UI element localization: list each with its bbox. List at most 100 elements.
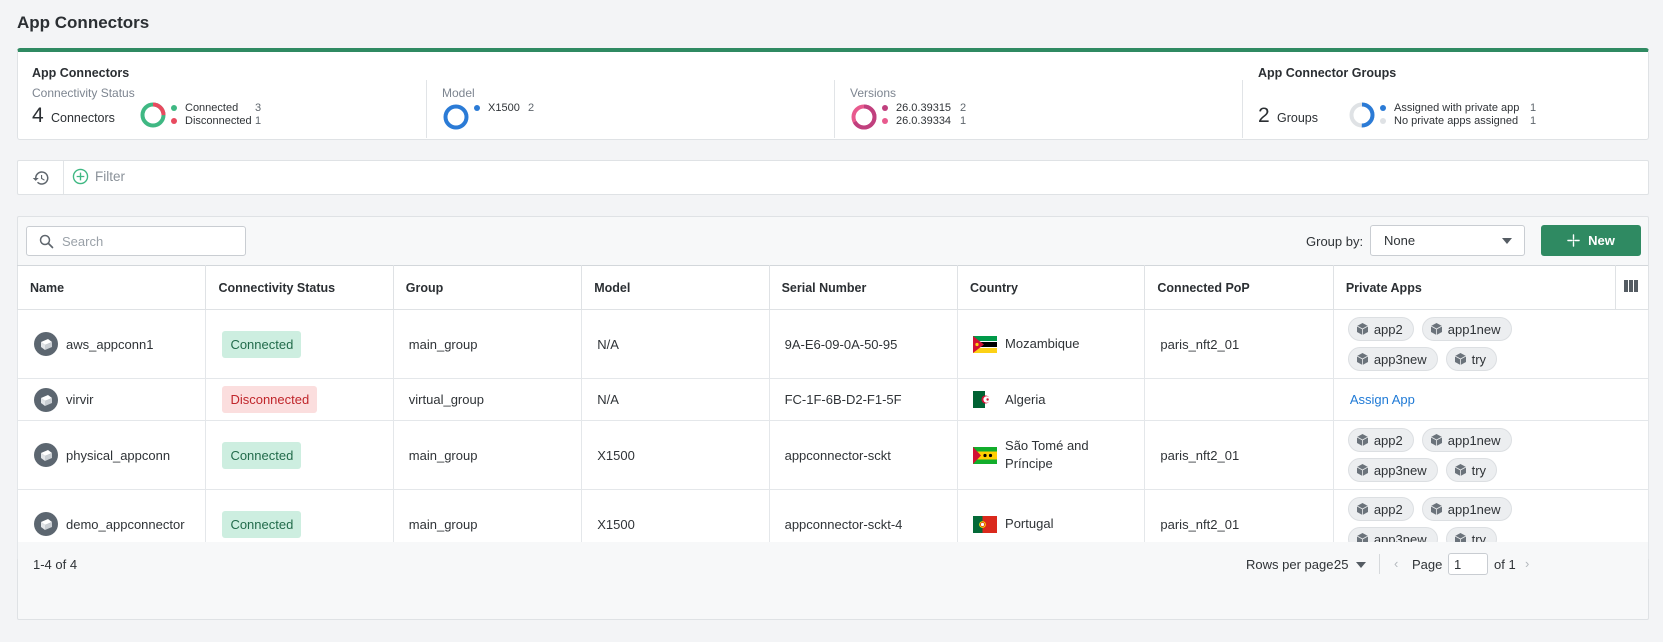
table-row[interactable]: physical_appconn Connected main_group X1… [16, 420, 1650, 490]
legend-label: 26.0.39315 [896, 102, 952, 114]
column-header-country[interactable]: Country [957, 265, 1146, 310]
legend-version-1: 26.0.39315 2 [882, 102, 966, 114]
connector-name[interactable]: virvir [66, 392, 93, 407]
column-header-group[interactable]: Group [392, 265, 583, 310]
legend-count: 2 [960, 102, 967, 114]
legend-count: 2 [528, 102, 535, 114]
model-cell: N/A [581, 309, 770, 379]
app-chip[interactable]: app1new [1421, 317, 1512, 341]
add-filter-button[interactable]: Filter [72, 168, 125, 185]
chevron-right-icon[interactable]: › [1525, 556, 1529, 571]
app-connector-icon [34, 332, 58, 356]
status-badge: Connected [222, 510, 302, 538]
version-dot-icon [882, 105, 888, 111]
table-footer: 1-4 of 4 Rows per page: 25 ‹ Page of 1 › [18, 542, 1648, 584]
app-chip-label: app1new [1447, 501, 1501, 517]
legend-label: 26.0.39334 [896, 115, 952, 127]
model-summary: Model X1500 2 [442, 52, 802, 140]
app-chip-label: app3new [1373, 462, 1427, 478]
app-chip-label: app2 [1373, 501, 1403, 517]
connector-name[interactable]: demo_appconnector [66, 517, 185, 532]
app-chip[interactable]: app1new [1421, 428, 1512, 452]
legend-count: 1 [960, 115, 967, 127]
connected-dot-icon [171, 105, 177, 111]
app-connector-icon [34, 387, 58, 412]
model-donut-icon [443, 104, 469, 130]
pop-cell: paris_nft2_01 [1144, 309, 1334, 379]
cube-icon [1430, 323, 1442, 335]
legend-version-2: 26.0.39334 1 [882, 115, 966, 127]
column-header-apps[interactable]: Private Apps [1332, 265, 1616, 310]
country-name-line: Príncipe [1005, 456, 1053, 471]
portugal-flag-icon [973, 515, 998, 533]
filter-label: Filter [95, 169, 125, 184]
legend-count: 1 [1530, 115, 1537, 127]
unassigned-dot-icon [1380, 118, 1386, 124]
groups-donut-icon [1349, 102, 1375, 128]
history-button[interactable] [18, 161, 64, 194]
column-header-serial[interactable]: Serial Number [768, 265, 959, 310]
app-chip[interactable]: app1new [1421, 497, 1512, 521]
groupby-select[interactable]: None [1370, 225, 1525, 256]
x1500-dot-icon [474, 105, 480, 111]
rows-per-page-label: Rows per page: [1246, 557, 1338, 572]
connectors-count-label: Connectors [51, 111, 115, 125]
legend-disconnected: Disconnected 1 [171, 115, 261, 127]
new-button[interactable]: New [1541, 225, 1641, 256]
table-row[interactable]: aws_appconn1 Connected main_group N/A 9A… [16, 309, 1650, 379]
connectivity-donut-icon [140, 102, 166, 128]
status-cell: Connected [205, 309, 394, 379]
app-chip[interactable]: try [1445, 347, 1498, 371]
column-settings-button[interactable] [1614, 265, 1650, 310]
groups-count: 2 [1258, 104, 1270, 127]
connector-name[interactable]: physical_appconn [66, 448, 170, 463]
column-header-name[interactable]: Name [16, 265, 207, 310]
name-cell: physical_appconn [16, 420, 207, 490]
legend-x1500: X1500 2 [474, 102, 534, 114]
apps-cell: Assign App [1332, 378, 1650, 421]
assign-app-link[interactable]: Assign App [1350, 392, 1415, 407]
summary-divider [834, 80, 835, 138]
legend-unassigned: No private apps assigned 1 [1380, 115, 1536, 127]
disconnected-dot-icon [171, 118, 177, 124]
groups-summary: App Connector Groups 2 Groups Assigned w… [1258, 52, 1638, 140]
app-chip[interactable]: app2 [1347, 428, 1414, 452]
connectivity-status-label: Connectivity Status [32, 86, 135, 100]
legend-label: Connected [185, 102, 239, 114]
app-connector-icon [34, 512, 58, 536]
app-chip[interactable]: try [1445, 458, 1498, 482]
status-badge: Connected [222, 330, 302, 358]
column-header-pop[interactable]: Connected PoP [1144, 265, 1334, 310]
table-row[interactable]: virvir Disconnected virtual_group N/A FC… [16, 378, 1650, 421]
app-chip[interactable]: app3new [1347, 347, 1438, 371]
app-chip[interactable]: app2 [1347, 497, 1414, 521]
cube-icon [1430, 503, 1442, 515]
app-chip[interactable]: app2 [1347, 317, 1414, 341]
country-cell: Algeria [957, 378, 1146, 421]
cube-icon [1356, 323, 1368, 335]
group-cell: main_group [392, 420, 583, 490]
legend-label: Assigned with private app [1394, 102, 1520, 114]
connectors-count: 4 [32, 104, 44, 127]
status-badge: Connected [222, 441, 302, 469]
search-input[interactable] [62, 233, 222, 249]
legend-count: 3 [255, 102, 262, 114]
search-box[interactable] [26, 226, 246, 256]
app-connector-icon [34, 443, 58, 467]
connector-name[interactable]: aws_appconn1 [66, 337, 153, 352]
cube-icon [1356, 464, 1368, 476]
page-input[interactable] [1448, 553, 1488, 575]
legend-label: No private apps assigned [1394, 115, 1519, 127]
chevron-down-icon[interactable] [1356, 562, 1366, 568]
legend-label: Disconnected [185, 115, 252, 127]
country-cell: Mozambique [957, 309, 1146, 379]
apps-cell: app2 app1new app3new try [1332, 309, 1650, 379]
search-icon [39, 234, 54, 248]
column-header-status[interactable]: Connectivity Status [205, 265, 394, 310]
country-cell: São Tomé and Príncipe [957, 420, 1146, 490]
app-chip-label: app3new [1373, 351, 1427, 367]
chevron-left-icon[interactable]: ‹ [1394, 556, 1398, 571]
column-header-model[interactable]: Model [581, 265, 770, 310]
app-chip[interactable]: app3new [1347, 458, 1438, 482]
rows-per-page-select[interactable]: 25 [1334, 557, 1348, 572]
